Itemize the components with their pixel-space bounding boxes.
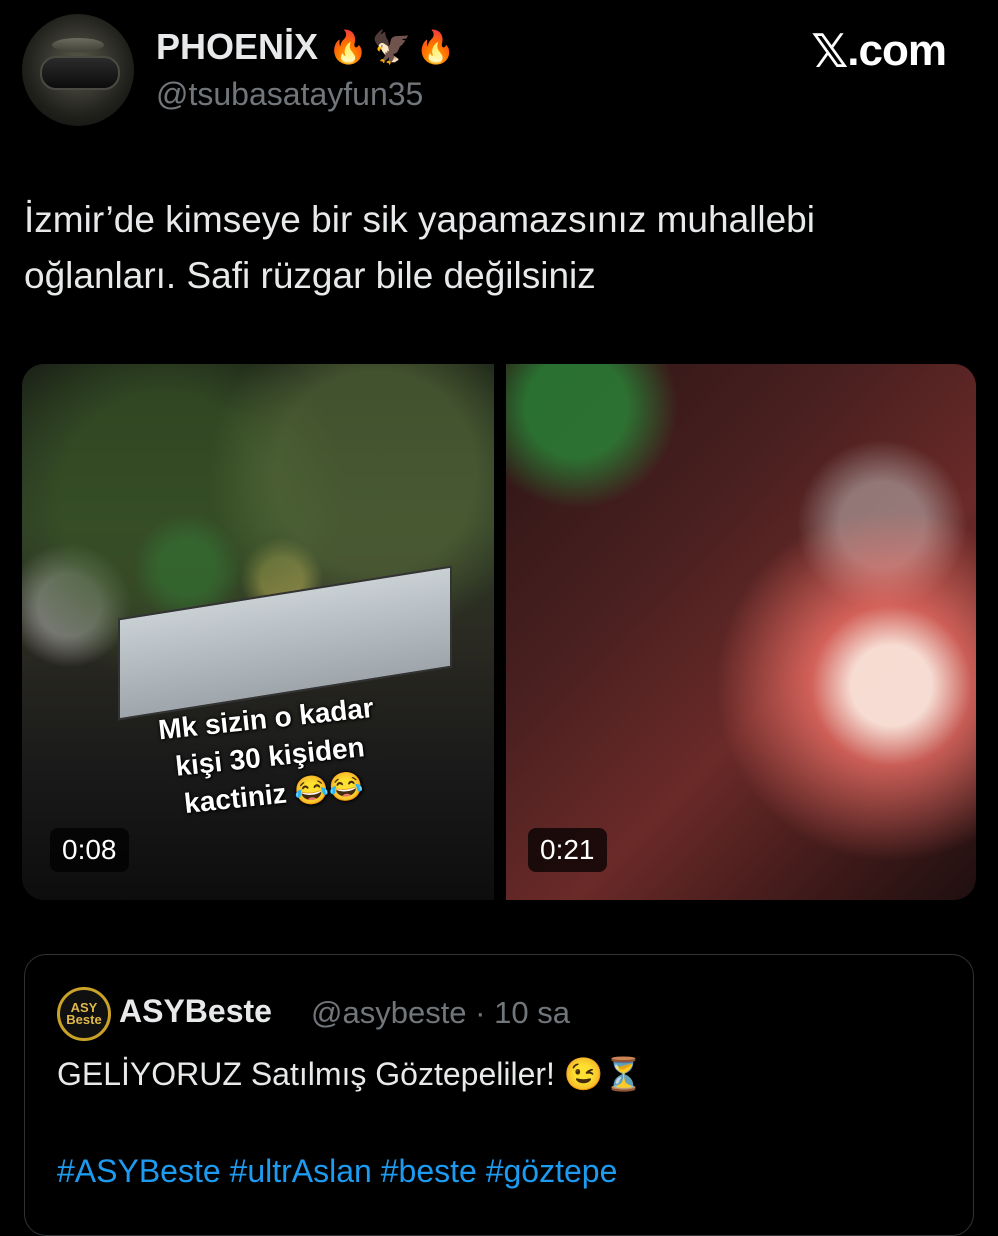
- video-duration-badge: 0:08: [50, 828, 129, 872]
- tweet-text: İzmir’de kimseye bir sik yapamazsınız mu…: [24, 192, 964, 304]
- video-duration-badge: 0:21: [528, 828, 607, 872]
- quoted-author-meta: @asybeste · 10 sa: [311, 995, 570, 1031]
- x-domain-text: .com: [847, 26, 947, 75]
- video-thumbnail-1[interactable]: Mk sizin o kadar kişi 30 kişiden kactini…: [22, 364, 494, 900]
- author-display-name[interactable]: PHOENİX: [156, 26, 318, 68]
- quoted-author-name[interactable]: ASYBeste: [119, 993, 272, 1030]
- name-emoji-group: 🔥 🦅 🔥: [328, 28, 456, 66]
- helmet-visor: [40, 56, 120, 90]
- tweet-text-line: İzmir’de kimseye bir sik yapamazsınız mu…: [24, 199, 815, 240]
- eagle-emoji-icon: 🦅: [371, 29, 412, 65]
- video-thumbnail-2[interactable]: 0:21: [506, 364, 976, 900]
- author-avatar[interactable]: [22, 14, 134, 126]
- author-display-name-row[interactable]: PHOENİX 🔥 🦅 🔥: [156, 26, 456, 68]
- meta-separator: ·: [475, 995, 486, 1030]
- fire-emoji-icon: 🔥: [328, 29, 368, 65]
- quoted-tweet-text: GELİYORUZ Satılmış Göztepeliler! 😉⏳: [57, 1056, 644, 1092]
- fire-emoji-icon: 🔥: [415, 29, 456, 65]
- x-com-logo: 𝕏 .com: [811, 24, 947, 78]
- tweet-text-line: oğlanları. Safi rüzgar bile değilsiniz: [24, 255, 596, 296]
- quoted-author-avatar[interactable]: ASY Beste: [57, 987, 111, 1041]
- quoted-author-handle[interactable]: @asybeste: [311, 995, 467, 1030]
- helmet-shine: [52, 38, 104, 52]
- author-handle[interactable]: @tsubasatayfun35: [156, 76, 423, 113]
- quoted-tweet-card[interactable]: ASY Beste ASYBeste @asybeste · 10 sa GEL…: [24, 954, 974, 1236]
- quoted-hashtags[interactable]: #ASYBeste #ultrAslan #beste #göztepe: [57, 1153, 617, 1190]
- quoted-timestamp[interactable]: 10 sa: [494, 995, 570, 1030]
- x-logo-icon: 𝕏: [811, 24, 848, 78]
